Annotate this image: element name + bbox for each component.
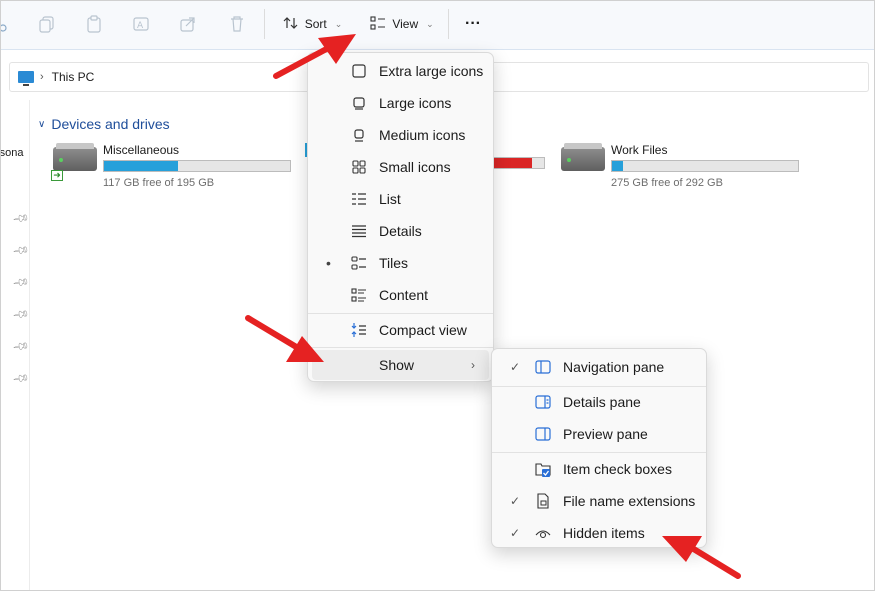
section-title: Devices and drives bbox=[51, 116, 170, 132]
chevron-right-icon: › bbox=[40, 71, 44, 83]
medium-icons-icon bbox=[350, 126, 368, 144]
chevron-down-icon: ⌄ bbox=[426, 18, 434, 29]
show-submenu: ✓ Navigation pane Details pane Preview p… bbox=[491, 348, 707, 548]
drive-usage-bar-partial bbox=[488, 157, 545, 169]
menu-item-medium-icons[interactable]: Medium icons bbox=[312, 120, 489, 150]
sidebar-item-personal[interactable]: rsona bbox=[0, 147, 24, 159]
rename-icon[interactable]: A bbox=[130, 11, 152, 37]
view-button[interactable]: View ⌄ bbox=[367, 11, 437, 37]
drive-usage-bar bbox=[103, 160, 291, 172]
menu-item-details-pane[interactable]: Details pane bbox=[496, 387, 702, 417]
checkmark-icon: ✓ bbox=[510, 526, 521, 540]
navigation-pane-icon bbox=[534, 358, 552, 376]
view-menu: Extra large icons Large icons Medium ico… bbox=[307, 52, 494, 382]
checkmark-icon: ✓ bbox=[510, 494, 521, 508]
menu-item-item-check-boxes[interactable]: Item check boxes bbox=[496, 454, 702, 484]
menu-separator bbox=[492, 452, 706, 453]
drive-name: Work Files bbox=[611, 143, 668, 157]
drive-name: Miscellaneous bbox=[103, 143, 180, 157]
checkmark-icon: ✓ bbox=[510, 360, 521, 374]
copy-icon[interactable] bbox=[36, 11, 58, 37]
sort-button[interactable]: Sort ⌄ bbox=[280, 11, 345, 37]
this-pc-icon bbox=[18, 71, 34, 86]
menu-item-tiles[interactable]: • Tiles bbox=[312, 248, 489, 278]
pin-icon[interactable]: 📌︎ bbox=[12, 337, 31, 356]
menu-item-extra-large-icons[interactable]: Extra large icons bbox=[312, 56, 489, 86]
view-icon bbox=[370, 15, 386, 34]
pin-icon[interactable]: 📌︎ bbox=[12, 241, 31, 260]
menu-item-preview-pane[interactable]: Preview pane bbox=[496, 419, 702, 449]
more-icon: ··· bbox=[465, 15, 481, 32]
pin-icon[interactable]: 📌︎ bbox=[12, 369, 31, 388]
menu-item-large-icons[interactable]: Large icons bbox=[312, 88, 489, 118]
chevron-right-icon: › bbox=[471, 358, 475, 372]
preview-pane-icon bbox=[534, 425, 552, 443]
drive-tile[interactable]: Work Files 275 GB free of 292 GB bbox=[561, 143, 801, 193]
eye-icon bbox=[534, 524, 552, 542]
sort-label: Sort bbox=[304, 17, 327, 31]
navigation-pane: rsona 📌︎ 📌︎ 📌︎ 📌︎ 📌︎ 📌︎ bbox=[0, 100, 30, 591]
hard-drive-icon bbox=[561, 143, 605, 171]
menu-item-compact-view[interactable]: Compact view bbox=[312, 315, 489, 345]
details-icon bbox=[350, 222, 368, 240]
tiles-icon bbox=[350, 254, 368, 272]
cut-icon[interactable] bbox=[0, 11, 12, 37]
paste-icon[interactable] bbox=[83, 11, 105, 37]
drive-tile[interactable]: ➜ Miscellaneous 117 GB free of 195 GB bbox=[51, 143, 293, 193]
item-check-boxes-icon bbox=[534, 460, 552, 478]
svg-text:A: A bbox=[137, 21, 144, 31]
small-icons-icon bbox=[350, 158, 368, 176]
list-icon bbox=[350, 190, 368, 208]
menu-item-details[interactable]: Details bbox=[312, 216, 489, 246]
toolbar-separator bbox=[264, 9, 265, 39]
menu-item-hidden-items[interactable]: ✓ Hidden items bbox=[496, 518, 702, 548]
menu-separator bbox=[308, 347, 493, 348]
sort-icon bbox=[283, 15, 299, 34]
view-label: View bbox=[392, 17, 419, 31]
network-share-icon: ➜ bbox=[51, 170, 63, 181]
details-pane-icon bbox=[534, 393, 552, 411]
selected-bullet-icon: • bbox=[326, 255, 331, 271]
file-extension-icon bbox=[534, 492, 552, 510]
drive-usage-bar bbox=[611, 160, 799, 172]
menu-item-list[interactable]: List bbox=[312, 184, 489, 214]
chevron-down-icon: ⌄ bbox=[334, 18, 343, 29]
toolbar-separator bbox=[448, 9, 449, 39]
drive-free-space: 275 GB free of 292 GB bbox=[611, 177, 723, 189]
drive-free-space: 117 GB free of 195 GB bbox=[103, 177, 215, 189]
menu-item-small-icons[interactable]: Small icons bbox=[312, 152, 489, 182]
menu-item-show[interactable]: Show › bbox=[312, 350, 489, 380]
delete-icon[interactable] bbox=[226, 11, 248, 37]
extra-large-icons-icon bbox=[350, 62, 368, 80]
share-icon[interactable] bbox=[177, 11, 199, 37]
more-options-button[interactable]: ··· bbox=[460, 11, 486, 37]
devices-and-drives-header[interactable]: ∨ Devices and drives bbox=[38, 116, 170, 132]
compact-view-icon bbox=[350, 321, 368, 339]
hard-drive-icon bbox=[53, 143, 97, 171]
chevron-down-icon: ∨ bbox=[38, 118, 46, 130]
menu-item-file-name-extensions[interactable]: ✓ File name extensions bbox=[496, 486, 702, 516]
pin-icon[interactable]: 📌︎ bbox=[12, 305, 31, 324]
menu-item-content[interactable]: Content bbox=[312, 280, 489, 310]
pin-icon[interactable]: 📌︎ bbox=[12, 273, 31, 292]
command-bar: A Sort ⌄ View ⌄ ··· bbox=[0, 0, 875, 50]
menu-separator bbox=[308, 313, 493, 314]
content-icon bbox=[350, 286, 368, 304]
large-icons-icon bbox=[350, 94, 368, 112]
pin-icon[interactable]: 📌︎ bbox=[12, 209, 31, 228]
breadcrumb-this-pc[interactable]: This PC bbox=[52, 70, 95, 84]
menu-item-navigation-pane[interactable]: ✓ Navigation pane bbox=[496, 352, 702, 382]
